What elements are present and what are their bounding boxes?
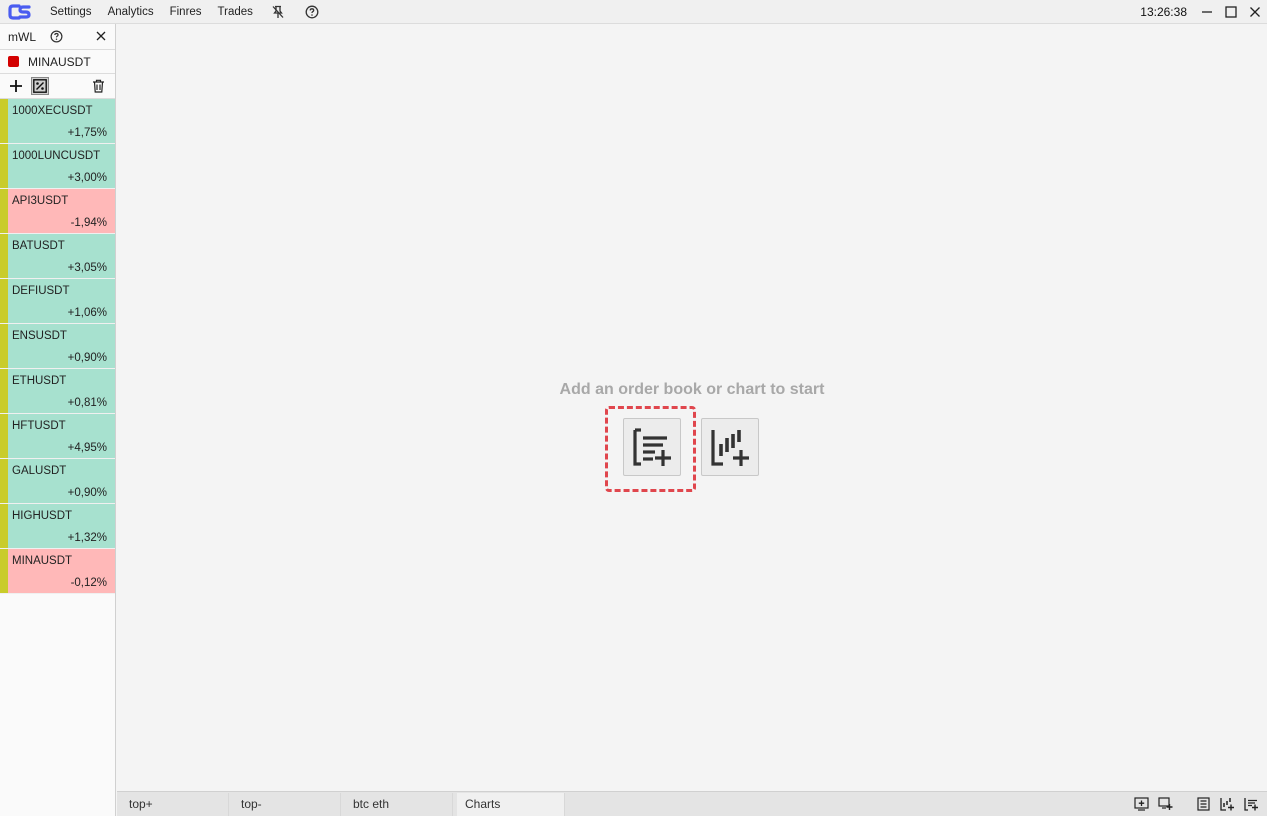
chart-add-icon[interactable] — [1219, 796, 1235, 812]
watchlist-item-symbol: BATUSDT — [12, 240, 65, 252]
percent-toggle-icon[interactable] — [31, 77, 49, 95]
minimize-icon[interactable] — [1195, 0, 1219, 24]
watchlist-item-marker — [0, 369, 8, 413]
menu-trades[interactable]: Trades — [210, 0, 261, 24]
watchlist-item[interactable]: 1000XECUSDT +1,75% — [0, 99, 115, 144]
watchlist-item-symbol: GALUSDT — [12, 465, 67, 477]
app-logo-icon[interactable] — [8, 3, 32, 20]
help-icon[interactable] — [304, 4, 320, 20]
watchlist-title: mWL — [8, 29, 36, 44]
pin-off-icon[interactable] — [270, 4, 286, 20]
watchlist-item[interactable]: 1000LUNCUSDT +3,00% — [0, 144, 115, 189]
watchlist-item[interactable]: DEFIUSDT +1,06% — [0, 279, 115, 324]
watchlist-item[interactable]: BATUSDT +3,05% — [0, 234, 115, 279]
maximize-icon[interactable] — [1219, 0, 1243, 24]
watchlist-item-change: +4,95% — [67, 442, 107, 454]
add-window-icon[interactable] — [1157, 796, 1173, 812]
watchlist-item-symbol: ENSUSDT — [12, 330, 67, 342]
watchlist-item-symbol: HFTUSDT — [12, 420, 66, 432]
watchlist-item-change: +1,06% — [67, 307, 107, 319]
watchlist-item-marker — [0, 99, 8, 143]
watchlist-items: 1000XECUSDT +1,75% 1000LUNCUSDT +3,00% API3U… — [0, 99, 115, 594]
selected-symbol-label: MINAUSDT — [28, 54, 91, 69]
tab-charts[interactable]: Charts — [457, 793, 565, 816]
workspace-area: Add an order book or chart to start — [117, 24, 1267, 791]
watchlist-item[interactable]: API3USDT -1,94% — [0, 189, 115, 234]
add-chart-icon — [711, 430, 749, 466]
menu-settings[interactable]: Settings — [42, 0, 100, 24]
selected-symbol[interactable]: MINAUSDT — [0, 50, 115, 74]
clock: 13:26:38 — [1140, 5, 1187, 19]
watchlist-item[interactable]: HFTUSDT +4,95% — [0, 414, 115, 459]
tab-top-plus[interactable]: top+ — [121, 793, 229, 816]
add-chart-button[interactable] — [701, 418, 759, 476]
watchlist-item-symbol: 1000XECUSDT — [12, 105, 93, 117]
watchlist-item-change: +1,75% — [67, 127, 107, 139]
tab-top-minus[interactable]: top- — [233, 793, 341, 816]
new-window-icon[interactable] — [1133, 796, 1149, 812]
watchlist-item-change: +3,05% — [67, 262, 107, 274]
watchlist-item-marker — [0, 549, 8, 593]
watchlist-toolbar — [0, 74, 115, 99]
watchlist-item-change: +0,90% — [67, 352, 107, 364]
menu-finres[interactable]: Finres — [162, 0, 210, 24]
watchlist-item-symbol: ETHUSDT — [12, 375, 67, 387]
watchlist-item-marker — [0, 414, 8, 458]
watchlist-item-change: +1,32% — [67, 532, 107, 544]
watchlist-item-symbol: 1000LUNCUSDT — [12, 150, 101, 162]
watchlist-item-marker — [0, 324, 8, 368]
watchlist-item[interactable]: ENSUSDT +0,90% — [0, 324, 115, 369]
menu-analytics[interactable]: Analytics — [100, 0, 162, 24]
symbol-color-marker — [8, 56, 19, 67]
tab-btc-eth[interactable]: btc eth — [345, 793, 453, 816]
watchlist-item-change: +0,90% — [67, 487, 107, 499]
workspace-tabs-bar: top+ top- btc eth Charts — [117, 791, 1267, 816]
watchlist-item-symbol: HIGHUSDT — [12, 510, 73, 522]
trash-icon[interactable] — [89, 77, 107, 95]
add-order-book-button[interactable] — [623, 418, 681, 476]
empty-workspace-prompt: Add an order book or chart to start — [559, 381, 825, 398]
order-book-icon[interactable] — [1195, 796, 1211, 812]
watchlist-panel: mWL MINAUSDT 1000XECUSDT +1,75% 1000LUNCUS… — [0, 24, 116, 816]
add-icon[interactable] — [7, 77, 25, 95]
close-panel-icon[interactable] — [94, 29, 108, 43]
watchlist-item-change: +0,81% — [67, 397, 107, 409]
watchlist-item-marker — [0, 279, 8, 323]
watchlist-item[interactable]: ETHUSDT +0,81% — [0, 369, 115, 414]
watchlist-item-marker — [0, 234, 8, 278]
close-window-icon[interactable] — [1243, 0, 1267, 24]
watchlist-item[interactable]: MINAUSDT -0,12% — [0, 549, 115, 594]
watchlist-header: mWL — [0, 24, 115, 50]
watchlist-item-symbol: DEFIUSDT — [12, 285, 70, 297]
watchlist-item-change: +3,00% — [67, 172, 107, 184]
watchlist-item-symbol: API3USDT — [12, 195, 69, 207]
order-book-add-icon[interactable] — [1243, 796, 1259, 812]
title-bar: Settings Analytics Finres Trades 13:26:3… — [0, 0, 1267, 24]
help-icon[interactable] — [50, 30, 63, 43]
watchlist-item-marker — [0, 144, 8, 188]
watchlist-item[interactable]: GALUSDT +0,90% — [0, 459, 115, 504]
watchlist-item-change: -1,94% — [70, 217, 107, 229]
watchlist-item-marker — [0, 189, 8, 233]
watchlist-item[interactable]: HIGHUSDT +1,32% — [0, 504, 115, 549]
watchlist-item-marker — [0, 459, 8, 503]
watchlist-item-symbol: MINAUSDT — [12, 555, 73, 567]
watchlist-item-marker — [0, 504, 8, 548]
watchlist-item-change: -0,12% — [70, 577, 107, 589]
add-order-book-icon — [633, 428, 671, 466]
